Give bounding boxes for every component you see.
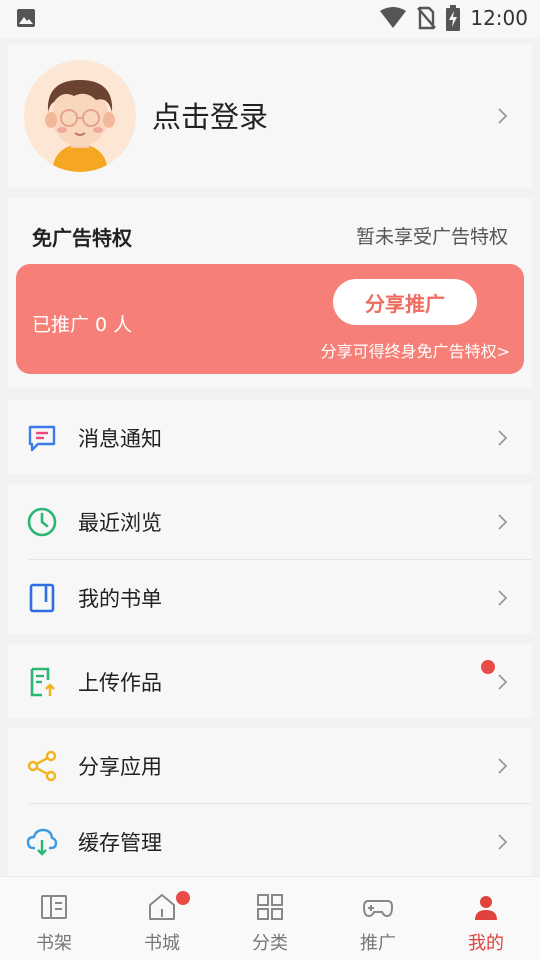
upload-doc-icon: [30, 667, 55, 697]
profile-card[interactable]: 点击登录: [8, 44, 532, 188]
tab-bookstore[interactable]: 书城: [108, 877, 216, 960]
category-grid-icon: [257, 894, 283, 920]
bookshelf-icon: [41, 895, 67, 919]
promo-banner: 已推广 0 人 分享推广 分享可得终身免广告特权>: [16, 264, 524, 374]
chevron-right-icon: [498, 758, 508, 774]
tab-label-category: 分类: [252, 933, 288, 954]
menu-item-recent[interactable]: 最近浏览: [8, 484, 532, 558]
share-promote-button[interactable]: 分享推广: [333, 279, 477, 325]
menu-item-upload[interactable]: 上传作品: [8, 644, 532, 718]
chevron-right-icon: [498, 590, 508, 606]
menu-label-cache: 缓存管理: [78, 831, 162, 855]
tab-promote[interactable]: 推广: [324, 877, 432, 960]
reading-card: 最近浏览 我的书单: [8, 484, 532, 634]
avatar-boy-glasses: [45, 80, 115, 172]
tab-label-mine: 我的: [468, 933, 504, 954]
bottom-tab-bar: 书架 书城 分类 推广 我的: [0, 876, 540, 960]
share-icon: [27, 750, 57, 782]
no-sim-icon: [417, 6, 437, 30]
menu-label-booklist: 我的书单: [78, 587, 162, 611]
chevron-right-icon: [498, 430, 508, 446]
status-time: 12:00: [470, 6, 528, 30]
message-icon: [28, 425, 56, 452]
menu-item-share-app[interactable]: 分享应用: [8, 728, 532, 802]
menu-label-messages: 消息通知: [78, 427, 162, 451]
clock-icon: [27, 507, 57, 537]
chevron-right-icon: [498, 674, 508, 690]
chevron-right-icon: [498, 834, 508, 850]
tab-label-bookstore: 书城: [144, 933, 180, 954]
notification-dot: [176, 891, 190, 905]
user-icon: [475, 896, 497, 920]
battery-charging-icon: [446, 5, 461, 31]
menu-item-messages[interactable]: 消息通知: [8, 400, 532, 474]
tab-label-promote: 推广: [360, 933, 396, 954]
menu-label-recent: 最近浏览: [78, 511, 162, 535]
chevron-right-icon: [498, 514, 508, 530]
chevron-right-icon: [498, 108, 508, 124]
tab-label-bookshelf: 书架: [36, 933, 72, 954]
upload-card: 上传作品: [8, 644, 532, 718]
tools-card: 分享应用 缓存管理: [8, 728, 532, 878]
tab-bookshelf[interactable]: 书架: [0, 877, 108, 960]
status-bar: 12:00: [0, 0, 540, 38]
notification-dot: [481, 660, 495, 674]
tab-category[interactable]: 分类: [216, 877, 324, 960]
cloud-download-icon: [26, 828, 58, 856]
ad-privilege-card: 免广告特权 暂未享受广告特权 已推广 0 人 分享推广 分享可得终身免广告特权>: [8, 198, 532, 388]
menu-item-cache[interactable]: 缓存管理: [8, 804, 532, 878]
gamepad-icon: [362, 900, 394, 918]
ad-privilege-status: 暂未享受广告特权: [355, 226, 508, 248]
login-label[interactable]: 点击登录: [152, 94, 268, 136]
home-icon: [149, 894, 175, 920]
menu-label-share-app: 分享应用: [78, 755, 162, 779]
book-icon: [29, 583, 55, 613]
ad-privilege-title: 免广告特权: [32, 226, 132, 250]
avatar[interactable]: [24, 60, 136, 172]
menu-label-upload: 上传作品: [78, 671, 162, 695]
promo-tip-link[interactable]: 分享可得终身免广告特权>: [321, 338, 510, 362]
wifi-icon: [380, 7, 407, 28]
tab-mine[interactable]: 我的: [432, 877, 540, 960]
image-icon: [17, 9, 35, 27]
messages-card: 消息通知: [8, 400, 532, 474]
menu-item-booklist[interactable]: 我的书单: [8, 560, 532, 634]
promoted-count: 已推广 0 人: [32, 314, 133, 336]
